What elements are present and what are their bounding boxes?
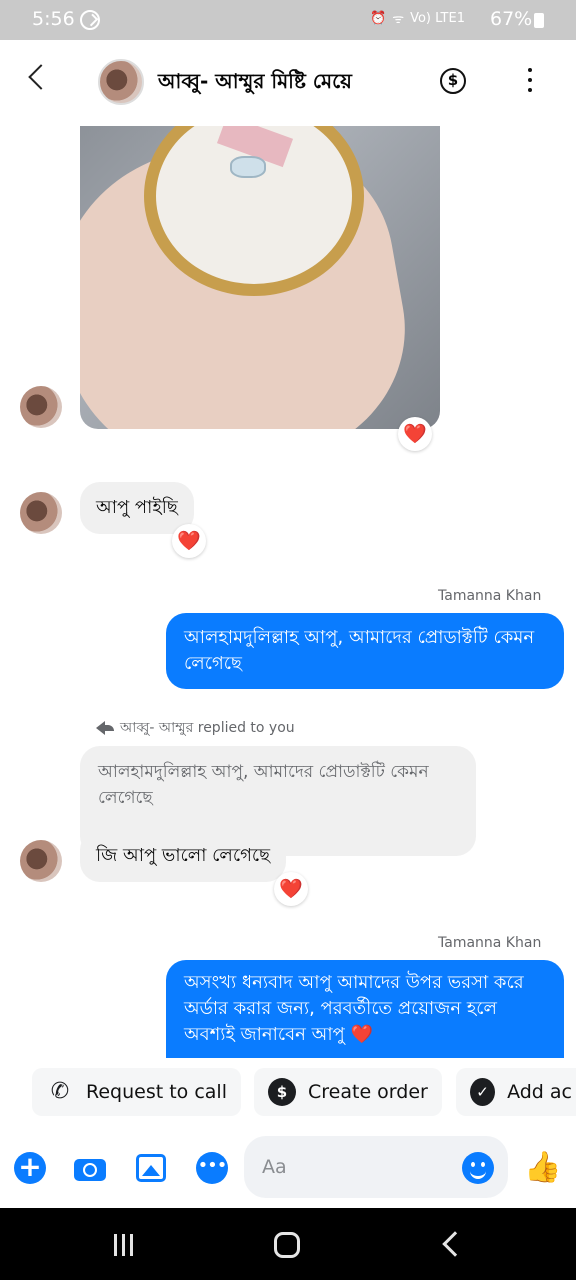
- status-time: 5:56: [32, 8, 75, 30]
- request-call-chip[interactable]: ✆ Request to call: [32, 1068, 241, 1116]
- alarm-icon: ⏰: [370, 10, 387, 26]
- phone-plus-icon: ✆: [50, 1079, 70, 1104]
- camera-icon[interactable]: [74, 1152, 106, 1184]
- network-label: Vo) LTE1: [410, 10, 465, 26]
- incoming-message[interactable]: আপু পাইছি: [80, 482, 194, 534]
- reply-arrow-icon: [96, 721, 114, 735]
- more-options-icon[interactable]: [528, 68, 532, 92]
- emoji-icon[interactable]: [462, 1152, 494, 1184]
- heart-reaction[interactable]: ❤️: [274, 872, 308, 906]
- incoming-message[interactable]: জি আপু ভালো লেগেছে: [80, 830, 287, 882]
- sender-avatar[interactable]: [20, 492, 62, 534]
- chat-header: আব্বু- আম্মুর মিষ্টি মেয়ে $: [0, 40, 576, 126]
- signal-icons: ⏰ ᯤ Vo) LTE1: [370, 9, 465, 28]
- check-circle-icon: ✓: [470, 1078, 496, 1106]
- battery-percentage: 67%: [490, 8, 533, 30]
- heart-reaction[interactable]: ❤️: [398, 417, 432, 451]
- message-composer: + ••• 👍: [0, 1124, 576, 1208]
- thumbs-up-icon[interactable]: 👍: [524, 1152, 561, 1184]
- reply-note: আব্বু- আম্মুর replied to you: [96, 716, 295, 740]
- wifi-icon: ᯤ: [392, 12, 405, 27]
- photo-ring-gem: [230, 156, 266, 178]
- battery-icon: [534, 13, 544, 28]
- sender-name: Tamanna Khan: [438, 935, 542, 951]
- contact-avatar[interactable]: [98, 59, 144, 105]
- add-chip[interactable]: ✓ Add ac: [456, 1068, 576, 1116]
- create-order-chip[interactable]: $ Create order: [254, 1068, 442, 1116]
- heart-reaction[interactable]: ❤️: [172, 524, 206, 558]
- dollar-circle-icon: $: [268, 1078, 296, 1106]
- contact-name[interactable]: আব্বু- আম্মুর মিষ্টি মেয়ে: [158, 67, 352, 100]
- photo-message[interactable]: [80, 126, 440, 429]
- reply-note-text: আব্বু- আম্মুর replied to you: [120, 720, 295, 736]
- add-label: Add ac: [507, 1081, 572, 1103]
- quick-actions-bar: ✆ Request to call $ Create order ✓ Add a…: [0, 1060, 576, 1124]
- back-arrow-icon[interactable]: [28, 64, 54, 90]
- gallery-icon[interactable]: [136, 1154, 166, 1182]
- back-icon[interactable]: [442, 1231, 468, 1257]
- sender-avatar[interactable]: [20, 840, 62, 882]
- system-nav-bar: [0, 1208, 576, 1280]
- create-order-label: Create order: [308, 1081, 428, 1103]
- sender-avatar[interactable]: [20, 386, 62, 428]
- sender-name: Tamanna Khan: [438, 588, 542, 604]
- request-call-label: Request to call: [86, 1081, 227, 1103]
- payment-dollar-icon[interactable]: $: [440, 68, 466, 94]
- notification-icon: [80, 10, 100, 30]
- chat-bubble-icon[interactable]: •••: [196, 1152, 228, 1184]
- recents-icon[interactable]: [114, 1234, 138, 1256]
- home-icon[interactable]: [274, 1232, 300, 1258]
- outgoing-message[interactable]: আলহামদুলিল্লাহ আপু, আমাদের প্রোডাক্টটি ক…: [166, 613, 564, 690]
- plus-icon[interactable]: +: [14, 1152, 46, 1184]
- outgoing-message[interactable]: অসংখ্য ধন্যবাদ আপু আমাদের উপর ভরসা করে অ…: [166, 960, 564, 1058]
- status-bar: 5:56 ⏰ ᯤ Vo) LTE1 67%: [0, 0, 576, 40]
